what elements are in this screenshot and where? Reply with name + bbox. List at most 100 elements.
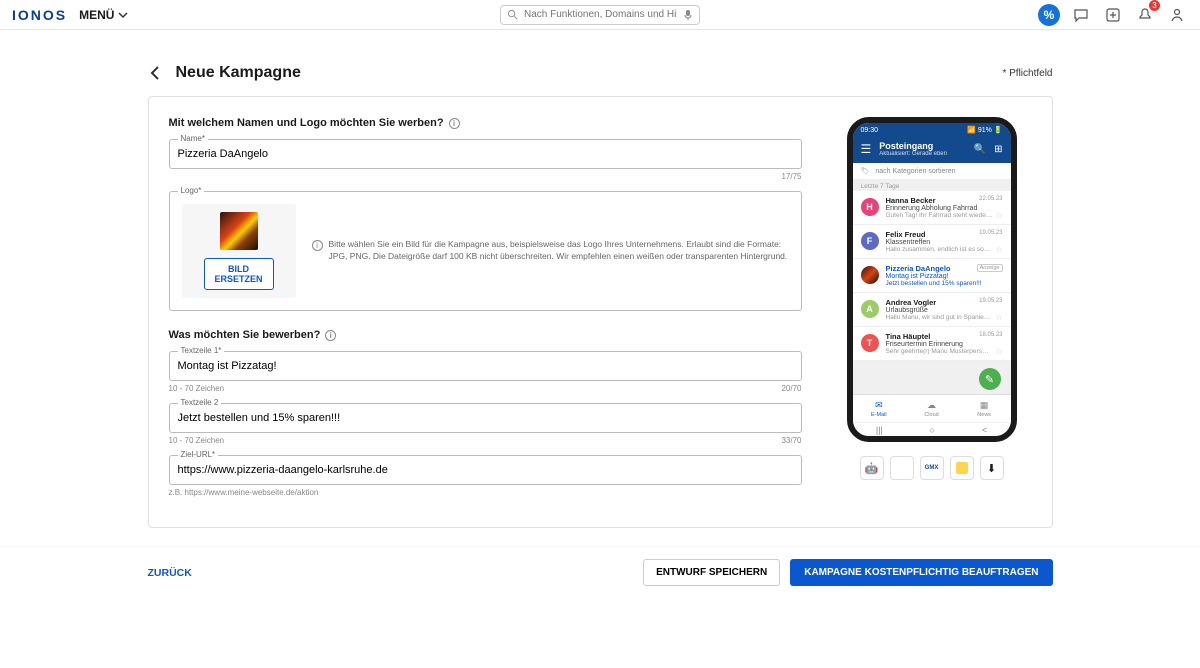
logo-upload: BILD ERSETZEN (182, 204, 296, 298)
star-icon: ☆ (995, 245, 1002, 254)
textline1-field[interactable]: Textzeile 1* (169, 351, 802, 381)
profile-icon[interactable] (1166, 4, 1188, 26)
mail-subject: Montag ist Pizzatag! (886, 273, 1003, 280)
phone-bottom-nav: ✉E-Mail ☁Cloud ▦News (853, 394, 1011, 422)
textline1-input[interactable] (170, 352, 801, 380)
name-input[interactable] (170, 140, 801, 168)
name-field[interactable]: Name* (169, 139, 802, 169)
inbox-title: Posteingang (879, 141, 947, 151)
mail-preview: Hallo zusammen, endlich ist es so… (886, 246, 1003, 253)
url-input[interactable] (170, 456, 801, 484)
textline2-counter: 33/70 (781, 436, 801, 445)
section-promote-heading: Was möchten Sie bewerben? i (169, 329, 802, 341)
logo-field: Logo* BILD ERSETZEN i Bitte wählen Sie e… (169, 191, 802, 311)
hamburger-icon: ☰ (861, 142, 872, 156)
search-input[interactable] (524, 9, 677, 20)
avatar: F (861, 232, 879, 250)
inbox-updated: Aktualisiert: Gerade eben (879, 151, 947, 157)
mail-time: 18.05.23 (979, 332, 1002, 338)
phone-appbar: ☰ Posteingang Aktualisiert: Gerade eben … (853, 137, 1011, 163)
search-box[interactable] (500, 5, 700, 25)
star-icon: ☆ (995, 347, 1002, 356)
add-icon[interactable] (1102, 4, 1124, 26)
chevron-down-icon (118, 10, 128, 20)
phone-preview: 09:30 📶 91% 🔋 ☰ Posteingang Aktualisiert… (847, 117, 1017, 442)
logo-label: Logo* (178, 186, 205, 195)
compose-fab: ✎ (979, 368, 1001, 390)
name-label: Name* (178, 134, 208, 143)
mail-subject: Urlaubsgrüße (886, 307, 1003, 314)
page-header: Neue Kampagne * Pflichtfeld (148, 50, 1053, 96)
menu-button[interactable]: MENÜ (79, 8, 128, 22)
mail-subject: Friseurtermin Erinnerung (886, 341, 1003, 348)
mail-time: 19.05.23 (979, 230, 1002, 236)
form-column: Mit welchem Namen und Logo möchten Sie w… (169, 117, 802, 507)
chat-icon[interactable] (1070, 4, 1092, 26)
textline2-helper: 10 - 70 Zeichen (169, 436, 225, 445)
gmx-icon[interactable]: GMX (920, 456, 944, 480)
header-actions: % 3 (1038, 4, 1188, 26)
info-icon: i (312, 240, 323, 251)
mail-preview: Guten Tag! Ihr Fahrrad steht wiede… (886, 212, 1003, 219)
menu-label: MENÜ (79, 8, 114, 22)
mail-list: HHanna BeckerErinnerung Abholung Fahrrad… (853, 191, 1011, 394)
mail-item: Pizzeria DaAngeloMontag ist Pizzatag!Jet… (853, 259, 1011, 293)
url-field[interactable]: Ziel-URL* (169, 455, 802, 485)
name-counter: 17/75 (169, 172, 802, 181)
avatar: H (861, 198, 879, 216)
mail-time: 19.05.23 (979, 298, 1002, 304)
app-header: IONOS MENÜ % 3 (0, 0, 1200, 30)
notifications-icon[interactable]: 3 (1134, 4, 1156, 26)
mail-subject: Klassentreffen (886, 239, 1003, 246)
submit-campaign-button[interactable]: KAMPAGNE KOSTENPFLICHTIG BEAUFTRAGEN (790, 559, 1052, 586)
webde-icon[interactable] (950, 456, 974, 480)
logo-thumbnail (220, 212, 258, 250)
url-helper: z.B. https://www.meine-webseite.de/aktio… (169, 488, 802, 497)
textline2-input[interactable] (170, 404, 801, 432)
promo-icon[interactable]: % (1038, 4, 1060, 26)
mail-preview: Sehr geehrte(r) Manu Musterpers… (886, 348, 1003, 355)
mail-preview: Hallo Manu, wir sind gut in Spanie… (886, 314, 1003, 321)
section-name-logo-heading: Mit welchem Namen und Logo möchten Sie w… (169, 117, 802, 129)
mail-preview: Jetzt bestellen und 15% sparen!!! (886, 280, 1003, 287)
textline2-field[interactable]: Textzeile 2 (169, 403, 802, 433)
store-icons: 🤖 GMX ⬇ (860, 456, 1004, 480)
android-icon[interactable]: 🤖 (860, 456, 884, 480)
sort-row: 🏷 nach Kategorien sortieren (853, 163, 1011, 180)
page-title: Neue Kampagne (176, 64, 301, 82)
search-container (500, 5, 700, 25)
textline1-label: Textzeile 1* (178, 346, 225, 355)
nav-news: ▦News (958, 395, 1011, 422)
logo-hint: i Bitte wählen Sie ein Bild für die Kamp… (312, 239, 789, 263)
tag-icon: 🏷 (861, 167, 870, 175)
search-icon (507, 9, 518, 20)
avatar: T (861, 334, 879, 352)
download-icon[interactable]: ⬇ (980, 456, 1004, 480)
star-icon: ☆ (995, 211, 1002, 220)
microphone-icon[interactable] (683, 9, 693, 21)
phone-sysbar: |||○< (853, 422, 1011, 436)
save-draft-button[interactable]: ENTWURF SPEICHERN (643, 559, 780, 586)
logo: IONOS (12, 7, 67, 23)
required-note: * Pflichtfeld (1002, 68, 1052, 79)
back-link[interactable]: ZURÜCK (148, 567, 192, 579)
info-icon[interactable]: i (325, 330, 336, 341)
section-last7: Letzte 7 Tage (853, 180, 1011, 191)
mail-time: 22.05.23 (979, 196, 1002, 202)
notification-badge: 3 (1149, 0, 1160, 11)
mail-item: TTina HäuptelFriseurtermin ErinnerungSeh… (853, 327, 1011, 361)
avatar: A (861, 300, 879, 318)
nav-cloud: ☁Cloud (905, 395, 958, 422)
replace-image-button[interactable]: BILD ERSETZEN (204, 258, 274, 290)
star-icon: ☆ (995, 313, 1002, 322)
mail-item: HHanna BeckerErinnerung Abholung Fahrrad… (853, 191, 1011, 225)
apple-icon[interactable] (890, 456, 914, 480)
preview-column: 09:30 📶 91% 🔋 ☰ Posteingang Aktualisiert… (832, 117, 1032, 507)
nav-mail: ✉E-Mail (853, 395, 906, 422)
filter-icon: ⊞ (994, 144, 1002, 155)
campaign-card: Mit welchem Namen und Logo möchten Sie w… (148, 96, 1053, 528)
phone-statusbar: 09:30 📶 91% 🔋 (853, 123, 1011, 137)
mail-subject: Erinnerung Abholung Fahrrad (886, 205, 1003, 212)
back-arrow-icon[interactable] (148, 65, 164, 81)
info-icon[interactable]: i (449, 118, 460, 129)
